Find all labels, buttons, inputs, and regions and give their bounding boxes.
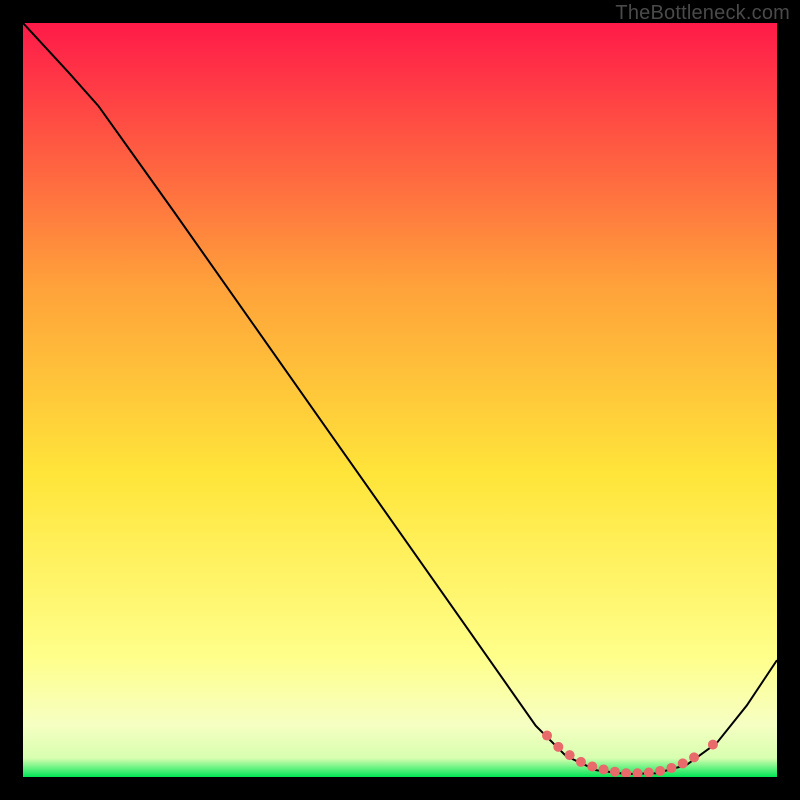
gradient-background xyxy=(23,23,777,777)
curve-marker xyxy=(587,761,597,771)
curve-marker xyxy=(666,763,676,773)
curve-marker xyxy=(678,758,688,768)
curve-marker xyxy=(708,740,718,750)
curve-marker xyxy=(599,764,609,774)
watermark-text: TheBottleneck.com xyxy=(615,2,790,25)
curve-marker xyxy=(542,731,552,741)
curve-marker xyxy=(565,750,575,760)
chart-frame: TheBottleneck.com xyxy=(0,0,800,800)
curve-marker xyxy=(655,766,665,776)
curve-marker xyxy=(576,757,586,767)
curve-marker xyxy=(689,752,699,762)
chart-svg xyxy=(23,23,777,777)
curve-marker xyxy=(553,742,563,752)
plot-area xyxy=(23,23,777,777)
curve-marker xyxy=(610,767,620,777)
